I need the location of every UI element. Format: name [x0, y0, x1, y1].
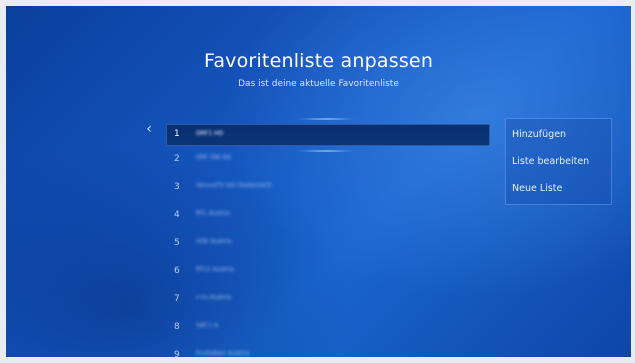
channel-number: 8	[174, 322, 180, 332]
channel-number: 5	[174, 238, 180, 248]
channel-row[interactable]: 5 VOX Austria	[166, 230, 490, 258]
channel-row[interactable]: 6 RTL2 Austria	[166, 258, 490, 286]
channel-number: 6	[174, 266, 180, 276]
channel-number: 2	[174, 154, 180, 164]
channel-number: 4	[174, 210, 180, 220]
options-menu: Hinzufügen Liste bearbeiten Neue Liste	[505, 118, 612, 205]
channel-name: ORF1 HD	[196, 130, 224, 137]
channel-name: ProSieben Austria	[196, 350, 250, 357]
page-title: Favoritenliste anpassen	[203, 50, 434, 72]
tv-screen: Favoritenliste anpassen Das ist deine ak…	[6, 6, 631, 357]
channel-name: ServusTV HD Oesterreich	[196, 182, 272, 189]
channel-name: RTL Austria	[196, 210, 230, 217]
new-list-button[interactable]: Neue Liste	[512, 183, 562, 194]
edit-list-button[interactable]: Liste bearbeiten	[512, 156, 589, 167]
channel-row[interactable]: 3 ServusTV HD Oesterreich	[166, 174, 490, 202]
channel-number: 1	[174, 129, 180, 139]
channel-number: 3	[174, 182, 180, 192]
add-button[interactable]: Hinzufügen	[512, 129, 566, 140]
channel-row[interactable]: 7 n-tv Austria	[166, 286, 490, 314]
channel-name: VOX Austria	[196, 238, 232, 245]
channel-row[interactable]: 8 SAT.1 A	[166, 314, 490, 342]
channel-row[interactable]: 1 ORF1 HD	[166, 118, 490, 152]
channel-number: 7	[174, 294, 180, 304]
channel-row[interactable]: 2 ORF 2W HD	[166, 146, 490, 174]
page-subtitle: Das ist deine aktuelle Favoritenliste	[238, 79, 399, 89]
channel-name: n-tv Austria	[196, 294, 231, 301]
channel-name: RTL2 Austria	[196, 266, 234, 273]
scroll-up-indicator	[296, 118, 356, 120]
channel-number: 9	[174, 350, 180, 357]
chevron-left-icon[interactable]: ‹	[142, 122, 156, 136]
channel-row[interactable]: 9 ProSieben Austria	[166, 342, 490, 357]
channel-name: ORF 2W HD	[196, 154, 232, 161]
favorites-list: 1 ORF1 HD 2 ORF 2W HD 3 ServusTV HD Oest…	[166, 118, 490, 357]
channel-name: SAT.1 A	[196, 322, 219, 329]
channel-row[interactable]: 4 RTL Austria	[166, 202, 490, 230]
